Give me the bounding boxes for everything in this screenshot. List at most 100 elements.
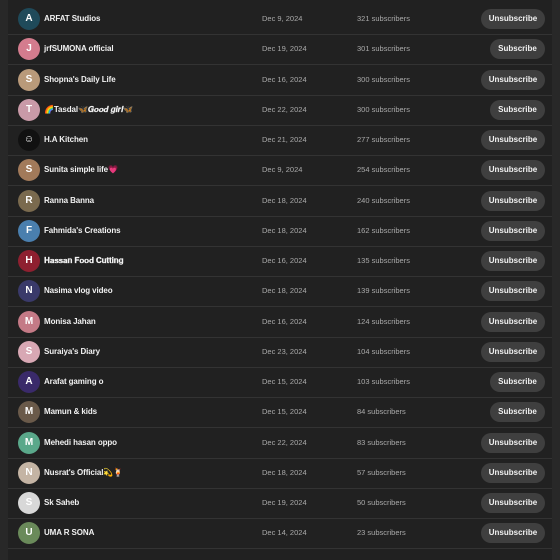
subscriber-count: 124 subscribers [357, 316, 410, 326]
subscribed-date: Dec 23, 2024 [262, 346, 307, 356]
unsubscribe-button[interactable]: Unsubscribe [481, 281, 545, 302]
unsubscribe-button[interactable]: Unsubscribe [481, 341, 545, 362]
unsubscribe-button[interactable]: Unsubscribe [481, 462, 545, 483]
avatar-glyph: J [26, 43, 32, 55]
subscribed-date: Dec 16, 2024 [262, 74, 307, 84]
subscribed-date: Dec 9, 2024 [262, 165, 303, 175]
channel-name[interactable]: jrfSUMONA official [44, 34, 114, 64]
channel-name[interactable]: Monisa Jahan [44, 307, 96, 337]
unsubscribe-button[interactable]: Unsubscribe [481, 160, 545, 181]
subscribed-date: Dec 15, 2024 [262, 407, 307, 417]
channel-row: U UMA R SONA Dec 14, 2024 23 subscribers Uns… [8, 518, 552, 550]
channel-avatar[interactable]: M [18, 310, 40, 333]
channel-avatar[interactable]: ☺ [18, 129, 40, 151]
subscriber-count: 300 subscribers [357, 74, 410, 84]
channel-avatar[interactable]: R [18, 189, 40, 212]
channel-name[interactable]: Ranna Banna [44, 186, 94, 216]
channel-name[interactable]: Sk Saheb [44, 488, 79, 518]
channel-name[interactable]: Fahmida's Creations [44, 216, 121, 246]
channel-row: N Nasima vlog video Dec 18, 2024 139 subscr… [8, 276, 552, 308]
unsubscribe-button[interactable]: Unsubscribe [481, 69, 545, 90]
channel-name[interactable]: Sunita simple life💗 [44, 155, 118, 185]
subscribed-date: Dec 18, 2024 [262, 286, 307, 296]
avatar-glyph: A [25, 13, 33, 24]
subscribed-date: Dec 14, 2024 [262, 528, 307, 538]
subscribed-date: Dec 9, 2024 [262, 14, 303, 23]
subscribed-date: Dec 22, 2024 [262, 104, 307, 114]
subscribe-button[interactable]: Subscribe [490, 372, 545, 392]
channel-name[interactable]: Mehedi hasan oppo [44, 428, 117, 458]
channel-name[interactable]: Arafat gaming o [44, 367, 104, 397]
channel-name[interactable]: Nasima vlog video [44, 276, 113, 306]
channel-row: ☺ H.A Kitchen Dec 21, 2024 277 subscribers U… [8, 125, 552, 156]
subscribed-date: Dec 19, 2024 [262, 44, 307, 54]
channel-row: N Nusrat's Official💫🍹 Dec 18, 2024 57 subsc… [8, 458, 552, 489]
subscriber-count: 301 subscribers [357, 44, 410, 54]
channel-row: A Arafat gaming o Dec 15, 2024 103 subscrib… [8, 367, 552, 398]
subscribed-date: Dec 16, 2024 [262, 256, 307, 265]
channel-avatar[interactable]: S [18, 68, 40, 91]
subscribed-date: Dec 19, 2024 [262, 498, 307, 507]
channel-avatar[interactable]: H [18, 250, 40, 272]
avatar-glyph: S [25, 497, 33, 508]
channel-avatar[interactable]: M [18, 431, 40, 454]
unsubscribe-button[interactable]: Unsubscribe [481, 251, 545, 271]
unsubscribe-button[interactable]: Unsubscribe [481, 9, 545, 29]
subscribed-date: Dec 21, 2024 [262, 135, 307, 144]
channel-avatar[interactable]: M [18, 401, 40, 424]
unsubscribe-button[interactable]: Unsubscribe [481, 220, 545, 241]
channel-avatar[interactable]: J [18, 38, 40, 61]
channel-row: R Ranna Banna Dec 18, 2024 240 subscribers U… [8, 186, 552, 217]
channel-name[interactable]: H.A Kitchen [44, 125, 88, 155]
subscriber-count: 139 subscribers [357, 286, 410, 296]
channel-name[interactable]: Nusrat's Official💫🍹 [44, 458, 123, 488]
avatar-glyph: U [25, 527, 33, 539]
subscribed-date: Dec 18, 2024 [262, 467, 307, 477]
subscriber-count: 57 subscribers [357, 467, 406, 477]
unsubscribe-button[interactable]: Unsubscribe [481, 432, 545, 453]
subscribe-button[interactable]: Subscribe [490, 402, 545, 423]
avatar-glyph: S [25, 73, 33, 85]
avatar-glyph: N [25, 466, 33, 478]
channel-row: JjrfSUMONA official Dec 19, 2024 301 subsc… [8, 34, 552, 66]
subscribe-button[interactable]: Subscribe [490, 39, 545, 60]
channel-avatar[interactable]: F [18, 219, 40, 242]
subscribed-date: Dec 15, 2024 [262, 377, 307, 386]
channel-avatar[interactable]: S [18, 492, 40, 514]
channel-name[interactable]: Shopna's Daily Life [44, 65, 116, 95]
channel-avatar[interactable]: N [18, 461, 40, 484]
subscriber-count: 277 subscribers [357, 135, 410, 144]
subscriber-count: 83 subscribers [357, 437, 406, 447]
channel-name[interactable]: Mamun & kids [44, 397, 97, 427]
channel-name[interactable]: 𝐇𝐚𝐬𝐬𝐚𝐧 𝐅𝐨𝐨𝐝 𝐂𝐮𝐭𝐭𝐢𝐧𝐠 [44, 246, 123, 276]
channel-name[interactable]: ARFAT Studios [44, 4, 100, 34]
channel-row: F Fahmida's Creations Dec 18, 2024 162 subs… [8, 216, 552, 247]
avatar-glyph: N [25, 285, 33, 297]
subscriber-count: 103 subscribers [357, 377, 410, 386]
channel-row: S Suraiya's Diary Dec 23, 2024 104 subscrib… [8, 337, 552, 368]
subscriptions-panel: A ARFAT Studios Dec 9, 2024 321 subscribers… [8, 0, 552, 560]
subscribed-date: Dec 18, 2024 [262, 195, 307, 205]
channel-name[interactable]: 🌈Tasdal🦋𝑮𝒐𝒐𝒅 𝒈𝒊𝒓𝒍🦋 [44, 95, 133, 125]
unsubscribe-button[interactable]: Unsubscribe [481, 311, 545, 332]
unsubscribe-button[interactable]: Unsubscribe [481, 190, 545, 211]
unsubscribe-button[interactable]: Unsubscribe [481, 523, 545, 544]
channel-avatar[interactable]: N [18, 280, 40, 303]
channel-row: M Mehedi hasan oppo Dec 22, 2024 83 subscri… [8, 428, 552, 459]
channel-name[interactable]: Suraiya's Diary [44, 337, 100, 367]
channel-avatar[interactable]: S [18, 340, 40, 363]
subscribe-button[interactable]: Subscribe [490, 99, 545, 120]
channel-avatar[interactable]: S [18, 159, 40, 182]
channel-avatar[interactable]: A [18, 8, 40, 30]
subscriber-count: 135 subscribers [357, 256, 410, 265]
channel-avatar[interactable]: A [18, 371, 40, 393]
subscriber-count: 104 subscribers [357, 346, 410, 356]
channel-avatar[interactable]: T [18, 98, 40, 121]
channel-name[interactable]: UMA R SONA [44, 518, 94, 548]
unsubscribe-button[interactable]: Unsubscribe [481, 130, 545, 150]
unsubscribe-button[interactable]: Unsubscribe [481, 493, 545, 513]
channel-avatar[interactable]: U [18, 522, 40, 545]
channel-row: M Monisa Jahan Dec 16, 2024 124 subscribers… [8, 307, 552, 338]
channel-row: M Mamun & kids Dec 15, 2024 84 subscribers S… [8, 397, 552, 429]
avatar-glyph: S [25, 345, 33, 357]
